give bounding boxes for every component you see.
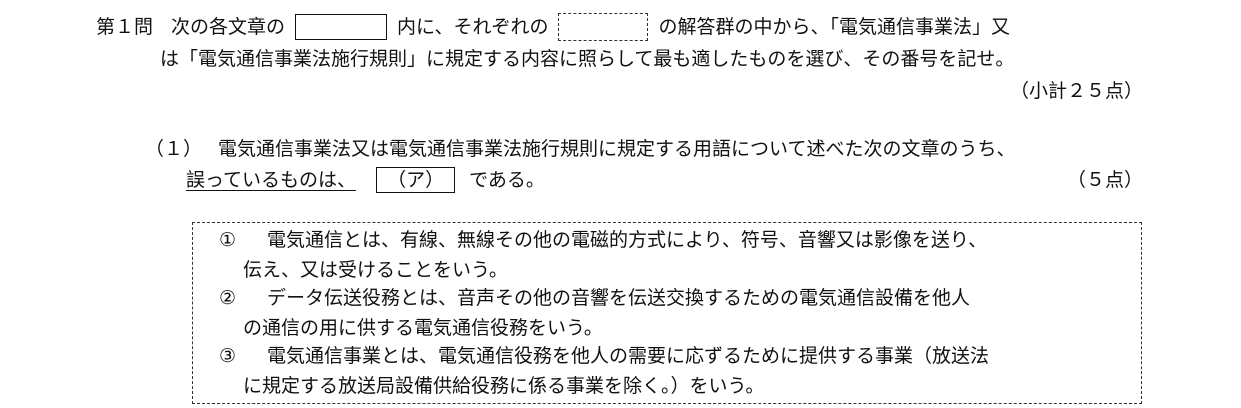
subquestion-points: （５点） [1066,168,1143,191]
instruction-text-1: 次の各文章の [171,15,286,38]
choice-3-text-2: に規定する放送局設備供給役務に係る事業を除く。）をいう。 [243,375,765,397]
subtotal-points: （小計２５点） [1009,79,1143,102]
choice-2-line2: の通信の用に供する電気通信役務をいう。 [243,319,603,338]
subquestion-text: 電気通信事業法又は電気通信事業法施行規則に規定する用語について述べた次の文章のう… [218,137,1016,160]
answer-choices-box: ① 電気通信とは、有線、無線その他の電磁的方式により、符号、音響又は影像を送り、 … [192,222,1142,404]
choice-2-line1: ② データ伝送役務とは、音声その他の音響を伝送交換するための電気通信設備を他人 [219,289,970,308]
choice-1-text-1: 電気通信とは、有線、無線その他の電磁的方式により、符号、音響又は影像を送り、 [267,229,988,251]
choice-3-line1: ③ 電気通信事業とは、電気通信役務を他人の需要に応ずるために提供する事業（放送法 [219,347,989,366]
question-header-line2: は「電気通信事業法施行規則」に規定する内容に照らして最も適したものを選び、その番… [160,48,1014,70]
choice-3-text-1: 電気通信事業とは、電気通信役務を他人の需要に応ずるために提供する事業（放送法 [267,345,990,367]
subquestion-points-line: （５点） [1067,168,1143,192]
choice-2-text-2: の通信の用に供する電気通信役務をいう。 [243,317,603,339]
choice-1-line2: 伝え、又は受けることをいう。 [243,261,508,280]
subquestion-line2: 誤っているものは、 （ア） である。 [186,166,545,194]
question-header-line1: 第１問 次の各文章の 内に、それぞれの の解答群の中から、「電気通信事業法」又 [96,13,1010,41]
choice-3-line2: に規定する放送局設備供給役務に係る事業を除く。）をいう。 [243,377,764,396]
instruction-text-line2: は「電気通信事業法施行規則」に規定する内容に照らして最も適したものを選び、その番… [160,47,1015,70]
choice-1-text-2: 伝え、又は受けることをいう。 [243,259,508,281]
subquestion-line1: （１） 電気通信事業法又は電気通信事業法施行規則に規定する用語について述べた次の… [145,137,1015,161]
answer-box-label: （ア） [387,168,445,191]
instruction-text-2: 内に、それぞれの [397,15,549,38]
choice-1-number: ① [219,229,237,251]
answer-group-box-sample [558,13,649,41]
choice-1-line1: ① 電気通信とは、有線、無線その他の電磁的方式により、符号、音響又は影像を送り、 [219,231,987,250]
underlined-phrase: 誤っているものは、 [186,168,357,191]
choice-3-number: ③ [219,345,237,367]
question-number: 第１問 [96,15,154,38]
answer-box-a: （ア） [376,167,456,193]
blank-box-sample [295,14,388,40]
instruction-text-3: の解答群の中から、「電気通信事業法」又 [658,15,1010,38]
subquestion-number: （１） [145,137,203,160]
subtotal-line: （小計２５点） [1010,80,1143,102]
choice-2-text-1: データ伝送役務とは、音声その他の音響を伝送交換するための電気通信設備を他人 [267,287,971,309]
choice-2-number: ② [219,287,237,309]
subquestion-end: である。 [469,168,545,191]
